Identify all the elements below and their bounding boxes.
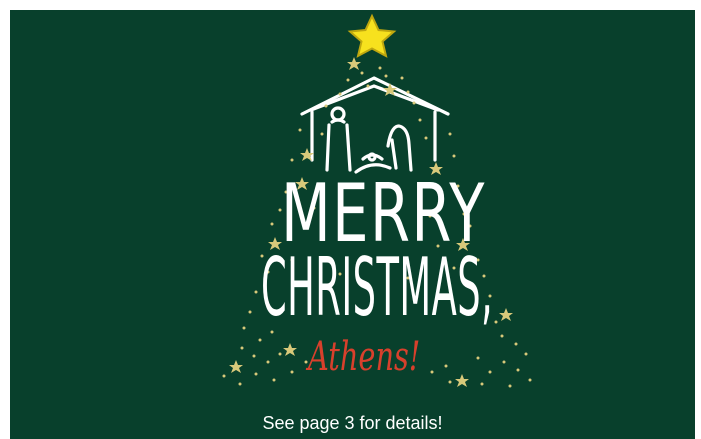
christmas-card: MERRY CHRISTMAS, Athens! See page 3 for …: [10, 10, 695, 439]
star-icon: [347, 13, 397, 58]
greeting-athens: Athens!: [308, 334, 421, 380]
nativity-scene-icon: [300, 76, 450, 174]
details-note: See page 3 for details!: [262, 413, 443, 433]
headline-christmas: CHRISTMAS,: [261, 241, 494, 334]
